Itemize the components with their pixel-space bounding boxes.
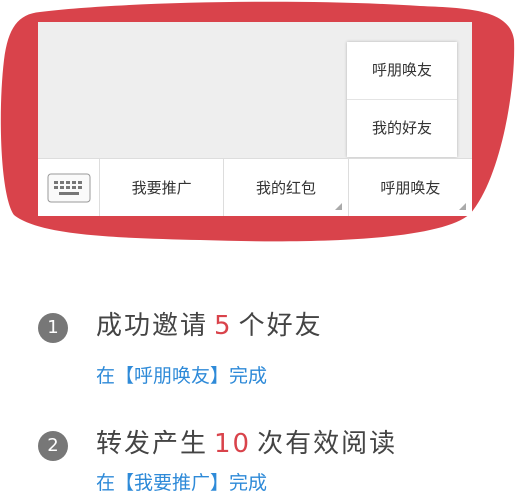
menu-button-label: 我的红包 xyxy=(255,179,316,197)
step-highlight-number: 5 xyxy=(214,311,233,341)
keyboard-toggle[interactable] xyxy=(38,159,100,216)
menu-button-promote[interactable]: 我要推广 xyxy=(100,159,225,216)
keyboard-icon xyxy=(47,173,90,202)
step-title: 成功邀请 5 个好友 xyxy=(96,305,323,342)
submenu-popup: 呼朋唤友 我的好友 xyxy=(347,42,457,157)
menu-button-red-packet[interactable]: 我的红包 xyxy=(224,159,349,216)
menu-button-invite-friends[interactable]: 呼朋唤友 xyxy=(349,159,472,216)
menu-button-label: 呼朋唤友 xyxy=(380,179,441,197)
step-title-suffix: 个好友 xyxy=(238,311,323,341)
step-location-text: 在【我要推广】完成 xyxy=(96,472,268,494)
step-title-prefix: 成功邀请 xyxy=(96,311,209,341)
submenu-item-invite-friends[interactable]: 呼朋唤友 xyxy=(347,42,457,99)
step-title: 转发产生 10 次有效阅读 xyxy=(96,423,397,460)
step-title-suffix: 次有效阅读 xyxy=(257,429,398,459)
menu-button-label: 我要推广 xyxy=(131,179,192,197)
bottom-menu-bar: 我要推广 我的红包 呼朋唤友 xyxy=(38,158,472,216)
step-location-text: 在【呼朋唤友】完成 xyxy=(96,365,268,387)
submenu-item-my-friends[interactable]: 我的好友 xyxy=(347,99,457,157)
submenu-indicator-icon xyxy=(334,203,342,210)
step-number-badge: 2 xyxy=(38,431,68,461)
step-title-prefix: 转发产生 xyxy=(96,429,209,459)
step-number-badge: 1 xyxy=(38,313,68,343)
step-highlight-number: 10 xyxy=(214,429,252,459)
submenu-indicator-icon xyxy=(458,203,466,210)
